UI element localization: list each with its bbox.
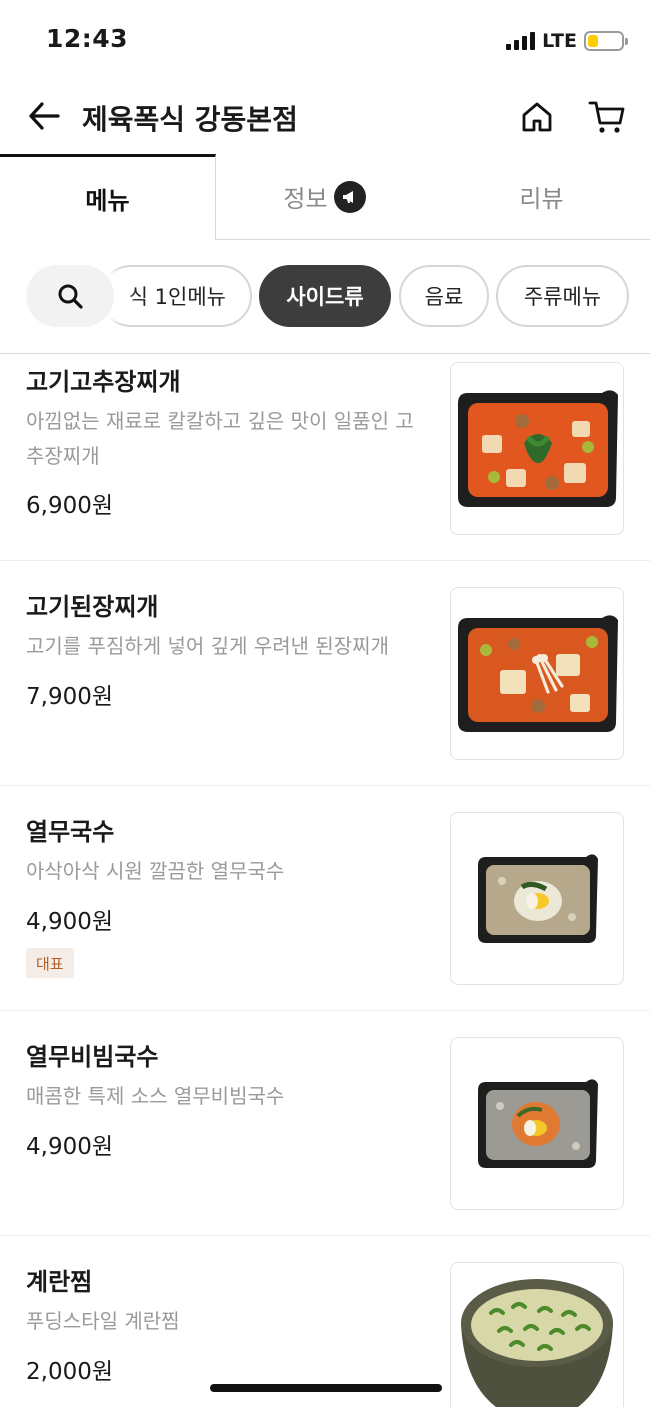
item-description: 아낌없는 재료로 칼칼하고 깊은 맛이 일품인 고추장찌개 [26,409,414,468]
menu-item[interactable]: 고기된장찌개 고기를 푸짐하게 넣어 깊게 우려낸 된장찌개 7,900원 [0,561,650,786]
item-name: 열무비빔국수 [26,1043,159,1071]
signal-icon [506,32,536,50]
item-image [450,587,624,760]
item-description: 푸딩스타일 계란찜 [26,1309,180,1333]
home-icon [522,102,552,132]
chip-label: 음료 [424,285,464,309]
tab-review[interactable]: 리뷰 [433,154,650,240]
item-price: 4,900원 [26,909,114,935]
tab-info-label: 정보 [283,185,328,213]
item-name: 고기고추장찌개 [26,368,181,396]
chip-label: 식 1인메뉴 [128,285,226,309]
back-button[interactable] [22,94,66,138]
battery-icon [584,31,628,51]
item-image [450,362,624,535]
arrow-left-icon [29,102,60,130]
cart-icon [588,101,625,133]
stew-container-image [458,614,618,732]
chip-single-menu[interactable]: 식 1인메뉴 [100,265,252,327]
item-price: 4,900원 [26,1134,114,1160]
item-name: 계란찜 [26,1268,93,1296]
app-header: 제육폭식 강동본점 [0,80,650,154]
chip-label: 주류메뉴 [523,285,602,309]
menu-item[interactable]: 열무비빔국수 매콤한 특제 소스 열무비빔국수 4,900원 [0,1011,650,1236]
signature-tag: 대표 [26,948,74,978]
status-time: 12:43 [46,24,129,53]
item-price: 6,900원 [26,493,114,519]
spicy-noodle-container-image [478,1078,598,1168]
item-description: 고기를 푸짐하게 넣어 깊게 우려낸 된장찌개 [26,634,389,658]
status-bar: 12:43 LTE [0,0,650,80]
home-button[interactable] [514,94,560,140]
item-price: 7,900원 [26,684,114,710]
store-tabs: 메뉴 정보 리뷰 [0,154,650,240]
tab-menu-label: 메뉴 [85,187,130,215]
cold-noodle-container-image [478,853,598,943]
item-description: 매콤한 특제 소스 열무비빔국수 [26,1084,285,1108]
menu-item[interactable]: 고기고추장찌개 아낌없는 재료로 칼칼하고 깊은 맛이 일품인 고추장찌개 6,… [0,336,650,561]
chip-drinks[interactable]: 음료 [399,265,489,327]
menu-search-button[interactable] [26,265,114,327]
item-image [450,812,624,985]
steamed-egg-bowl-image [451,1263,623,1407]
stew-container-image [458,389,618,507]
item-price: 2,000원 [26,1359,114,1385]
item-name: 고기된장찌개 [26,593,159,621]
network-label: LTE [542,30,577,52]
item-name: 열무국수 [26,818,115,846]
status-indicators: LTE [506,28,628,54]
chip-alcohol-menu[interactable]: 주류메뉴 [496,265,629,327]
item-description: 아삭아삭 시원 깔끔한 열무국수 [26,859,285,883]
item-image [450,1262,624,1407]
item-image [450,1037,624,1210]
page-title: 제육폭식 강동본점 [82,103,298,136]
menu-item[interactable]: 열무국수 아삭아삭 시원 깔끔한 열무국수 4,900원 대표 [0,786,650,1011]
menu-item[interactable]: 계란찜 푸딩스타일 계란찜 2,000원 [0,1236,650,1407]
megaphone-icon [333,180,366,213]
chip-label: 사이드류 [286,285,364,309]
tab-info[interactable]: 정보 [216,154,433,240]
search-icon [58,284,83,309]
chip-side-dishes[interactable]: 사이드류 [259,265,391,327]
home-indicator [210,1384,442,1392]
tab-review-label: 리뷰 [519,185,564,213]
cart-button[interactable] [584,94,630,140]
tab-menu[interactable]: 메뉴 [0,154,216,240]
